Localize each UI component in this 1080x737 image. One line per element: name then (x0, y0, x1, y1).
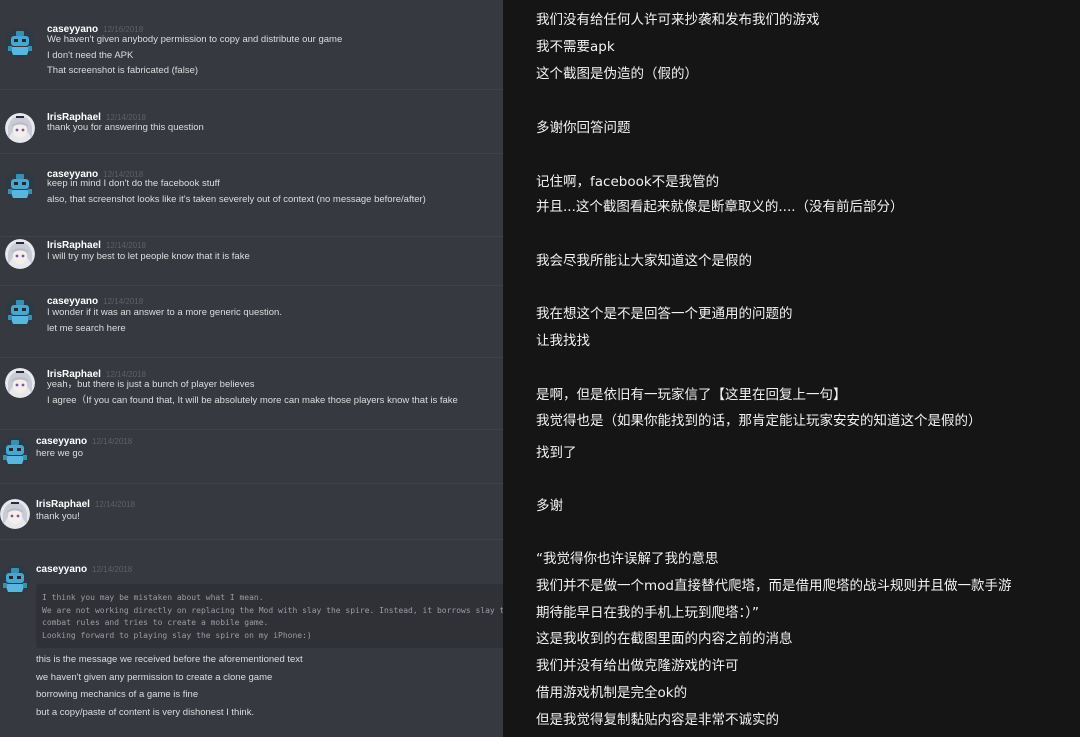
translation-panel: 我们没有给任何人许可来抄袭和发布我们的游戏 我不需要apk 这个截图是伪造的（假的）… (503, 0, 1080, 737)
message-body: thank you for answering this question (47, 120, 204, 136)
translation-line: 找到了 (536, 445, 577, 461)
translation-line: 借用游戏机制是完全ok的 (536, 685, 688, 701)
code-line: I think you may be mistaken about what I… (42, 593, 264, 602)
translation-line: 我们并不是做一个mod直接替代爬塔，而是借用爬塔的战斗规则并且做一款手游 (536, 578, 1012, 594)
message-line: I wonder if it was an answer to a more g… (47, 307, 282, 318)
message-line: That screenshot is fabricated (false) (47, 65, 199, 76)
message-line: I agree（If you can found that, It will b… (47, 394, 458, 406)
translation-line: 我在想这个是不是回答一个更通用的问题的 (536, 306, 793, 322)
translation-line: 多谢 (536, 498, 563, 514)
chat-message: caseyyano 12/14/2018 here we go (0, 429, 503, 484)
chat-message: IrisRaphael 12/14/2018 thank you for answe… (0, 89, 503, 154)
robot-avatar[interactable] (5, 297, 35, 327)
translation-line: 让我找找 (536, 333, 590, 349)
message-body: yeah，but there is just a bunch of player… (47, 377, 458, 408)
message-line: but a copy/paste of content is very dish… (36, 706, 255, 718)
code-line: combat rules and tries to create a mobil… (42, 618, 269, 627)
translation-line: 这个截图是伪造的（假的） (536, 66, 698, 82)
message-body: this is the message we received before t… (36, 651, 303, 721)
translation-line: 我不需要apk (536, 39, 615, 55)
message-line: also, that screenshot looks like it's ta… (47, 193, 426, 205)
chat-message: IrisRaphael 12/14/2018 I will try my best … (0, 236, 503, 286)
message-body: I wonder if it was an answer to a more g… (47, 305, 282, 336)
timestamp: 12/14/2018 (94, 500, 135, 509)
message-line: I don't need the APK (47, 49, 134, 61)
translation-line: 但是我觉得复制黏贴内容是非常不诚实的 (536, 712, 779, 728)
chat-message: IrisRaphael 12/14/2018 yeah，but there is j… (0, 357, 503, 430)
robot-avatar[interactable] (5, 28, 35, 58)
anime-avatar[interactable] (5, 239, 35, 269)
chat-message: caseyyano 12/14/2018 keep in mind I don't … (0, 153, 503, 237)
translation-line: 记住啊，facebook不是我管的 (536, 174, 720, 190)
translation-line: 是啊，但是依旧有一玩家信了【这里在回复上一句】 (536, 387, 847, 403)
timestamp: 12/14/2018 (92, 565, 133, 574)
translation-line: 这是我收到的在截图里面的内容之前的消息 (536, 631, 793, 647)
timestamp: 12/14/2018 (92, 437, 133, 446)
message-line: we haven't given any permission to creat… (36, 671, 273, 683)
code-line: We are not working directly on replacing… (42, 605, 503, 615)
message-body: keep in mind I don't do the facebook stu… (47, 176, 426, 207)
message-line: let me search here (47, 322, 126, 334)
message-line: keep in mind I don't do the facebook stu… (47, 178, 220, 189)
robot-avatar[interactable] (0, 437, 30, 467)
translation-line: “我觉得你也许误解了我的意思 (536, 551, 719, 567)
translation-line: 多谢你回答问题 (536, 120, 631, 136)
message-body: I will try my best to let people know th… (47, 249, 250, 265)
message-line: here we go (36, 448, 84, 459)
chat-message: caseyyano 12/16/2018 We haven't given anyb… (0, 0, 503, 89)
translation-line: 我会尽我所能让大家知道这个是假的 (536, 253, 752, 269)
message-body: We haven't given anybody permission to c… (47, 32, 342, 79)
translation-line: 我们并没有给出做克隆游戏的许可 (536, 658, 739, 674)
translation-line: 期待能早日在我的手机上玩到爬塔：）” (536, 605, 759, 621)
anime-avatar[interactable] (0, 499, 30, 529)
chat-message: caseyyano 12/14/2018 I wonder if it was an… (0, 285, 503, 358)
anime-avatar[interactable] (5, 113, 35, 143)
username[interactable]: caseyyano (36, 564, 87, 575)
robot-avatar[interactable] (0, 565, 30, 595)
robot-avatar[interactable] (5, 171, 35, 201)
message-line: I will try my best to let people know th… (47, 251, 250, 262)
message-body: thank you! (36, 509, 80, 525)
code-line: Looking forward to playing slay the spir… (42, 630, 312, 640)
message-body: here we go (36, 446, 83, 462)
translation-line: 我们没有给任何人许可来抄袭和发布我们的游戏 (536, 12, 820, 28)
message-line: We haven't given anybody permission to c… (47, 34, 343, 45)
anime-avatar[interactable] (5, 368, 35, 398)
message-line: thank you! (36, 511, 80, 522)
code-block: I think you may be mistaken about what I… (36, 584, 503, 648)
translation-line: 并且...这个截图看起来就像是断章取义的....（没有前后部分） (536, 199, 904, 215)
discord-chat-panel: caseyyano 12/16/2018 We haven't given anyb… (0, 0, 503, 737)
chat-message: IrisRaphael 12/14/2018 thank you! (0, 483, 503, 540)
message-line: thank you for answering this question (47, 122, 204, 133)
message-line: this is the message we received before t… (36, 654, 303, 665)
message-header: caseyyano 12/14/2018 (36, 559, 132, 577)
message-line: yeah，but there is just a bunch of player… (47, 379, 255, 390)
message-line: borrowing mechanics of a game is fine (36, 689, 199, 700)
translation-line: 我觉得也是（如果你能找到的话，那肯定能让玩家安安的知道这个是假的） (536, 413, 982, 429)
